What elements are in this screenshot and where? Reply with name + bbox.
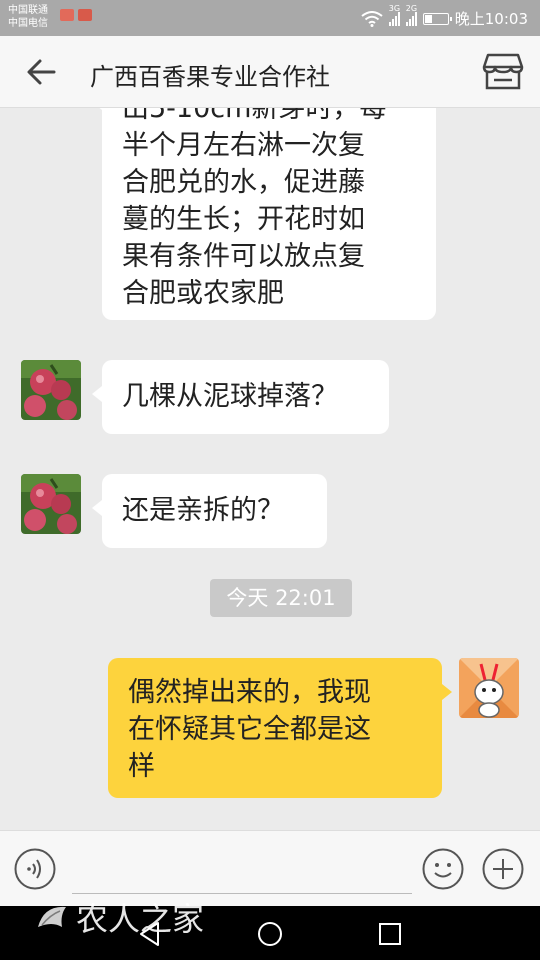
time-separator: 今天 22:01: [210, 579, 352, 617]
back-button[interactable]: [24, 56, 60, 88]
circle-home-icon: [258, 922, 282, 946]
message-line: 样: [128, 751, 155, 782]
fruit-avatar-icon: [21, 474, 81, 534]
message-line: 半个月左右淋一次复: [122, 130, 365, 161]
square-recent-icon: [379, 923, 401, 945]
message-bubble-received[interactable]: 出5-10cm新芽时，每 半个月左右淋一次复 合肥兑的水，促进藤 蔓的生长；开花…: [92, 108, 436, 320]
arrow-left-icon: [27, 59, 56, 85]
status-bar: 中国联通 中国电信 3G 2G 晚上10:03: [0, 0, 540, 36]
nav-home-button[interactable]: [256, 920, 284, 948]
rabbit-avatar-icon: [459, 658, 519, 718]
message-line: 偶然掉出来的，我现: [128, 677, 371, 708]
more-button[interactable]: [482, 848, 524, 890]
sender-avatar[interactable]: [21, 360, 81, 420]
sender-avatar[interactable]: [21, 474, 81, 534]
carrier-1: 中国联通: [8, 5, 48, 16]
message-bubble-received[interactable]: 几棵从泥球掉落？: [92, 360, 389, 434]
chat-header: 广西百香果专业合作社: [0, 36, 540, 108]
message-text: 还是亲拆的？: [122, 495, 284, 526]
watermark-text: 农人之家: [76, 900, 205, 938]
carrier-2: 中国电信: [8, 18, 48, 29]
emoji-button[interactable]: [422, 848, 464, 890]
message-line: 合肥兑的水，促进藤: [122, 167, 365, 198]
notification-icon: [78, 9, 92, 21]
wifi-icon: [361, 10, 383, 27]
store-button[interactable]: [482, 52, 524, 92]
battery-icon: [422, 12, 452, 25]
message-bubble-received[interactable]: 还是亲拆的？: [92, 474, 327, 548]
voice-button[interactable]: [14, 848, 56, 890]
message-line: 出5-10cm新芽时，每: [122, 108, 387, 124]
signal-1: 3G: [388, 4, 400, 26]
watermark: 农人之家: [32, 894, 204, 940]
message-text: 几棵从泥球掉落？: [122, 381, 338, 412]
nav-recent-button[interactable]: [376, 920, 404, 948]
message-line: 在怀疑其它全都是这: [128, 714, 371, 745]
network-label-1: 3G: [388, 3, 401, 13]
smiley-icon: [422, 848, 464, 890]
signal-bars-icon: [388, 11, 400, 26]
message-line: 蔓的生长；开花时如: [122, 204, 365, 235]
page-title: 广西百香果专业合作社: [90, 63, 330, 91]
plus-icon: [482, 848, 524, 890]
fruit-avatar-icon: [21, 360, 81, 420]
signal-2: 2G: [405, 4, 417, 26]
clock: 晚上10:03: [454, 10, 528, 28]
watermark-logo-icon: [38, 906, 66, 927]
message-bubble-sent[interactable]: 偶然掉出来的，我现 在怀疑其它全都是这 样: [108, 658, 452, 798]
notification-icon: [60, 9, 74, 21]
chat-area[interactable]: 出5-10cm新芽时，每 半个月左右淋一次复 合肥兑的水，促进藤 蔓的生长；开花…: [0, 108, 540, 830]
voice-icon: [14, 848, 56, 890]
carrier-info: 中国联通 中国电信: [8, 4, 48, 30]
network-label-2: 2G: [405, 3, 418, 13]
notification-badges: [60, 9, 92, 21]
message-input[interactable]: [72, 845, 412, 894]
signal-bars-icon: [405, 11, 417, 26]
message-line: 合肥或农家肥: [122, 278, 284, 309]
status-right: 3G 2G 晚上10:03: [361, 4, 528, 29]
self-avatar[interactable]: [459, 658, 519, 718]
message-line: 果有条件可以放点复: [122, 241, 365, 272]
store-icon: [482, 53, 524, 90]
